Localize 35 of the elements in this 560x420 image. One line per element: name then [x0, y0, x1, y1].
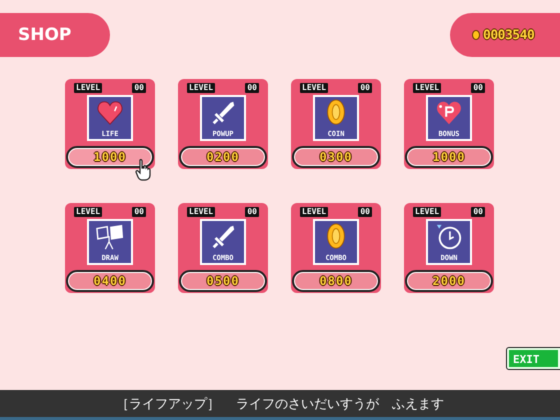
exit-button[interactable]: EXIT [507, 348, 560, 369]
level-label: LEVEL [74, 207, 102, 217]
level-label: LEVEL [413, 83, 442, 93]
level-label: LEVEL [74, 83, 102, 93]
item-description: ライフのさいだいすうが ふえます [236, 396, 444, 412]
price-button[interactable]: 0400 [66, 270, 154, 292]
price-button[interactable]: 0300 [292, 146, 380, 168]
price-button[interactable]: 0200 [179, 146, 267, 168]
level-label: LEVEL [413, 207, 442, 217]
price-button[interactable]: 1000 [405, 146, 493, 168]
price-button[interactable]: 1000 [66, 146, 154, 168]
level-value: 00 [132, 207, 146, 217]
level-value: 00 [471, 83, 485, 93]
level-label: LEVEL [300, 207, 328, 217]
heart-icon [96, 99, 124, 127]
level-value: 00 [132, 83, 146, 93]
price-button[interactable]: 0500 [179, 270, 267, 292]
shop-title: SHOP [0, 13, 110, 57]
clock-icon [435, 223, 463, 251]
item-title: ［ライフアップ］ [116, 396, 220, 412]
level-value: 00 [245, 207, 259, 217]
level-value: 00 [471, 207, 485, 217]
level-label: LEVEL [300, 83, 328, 93]
coin-amount: 0003540 [483, 28, 534, 42]
heart-icon [435, 99, 463, 127]
price-button[interactable]: 0800 [292, 270, 380, 292]
level-value: 00 [245, 83, 259, 93]
flags-icon [96, 223, 124, 251]
level-label: LEVEL [187, 83, 216, 93]
level-value: 00 [358, 207, 372, 217]
level-label: LEVEL [187, 207, 216, 217]
hand-cursor-icon [135, 159, 153, 181]
level-value: 00 [358, 83, 372, 93]
coin-icon [472, 30, 480, 40]
price-button[interactable]: 2000 [405, 270, 493, 292]
